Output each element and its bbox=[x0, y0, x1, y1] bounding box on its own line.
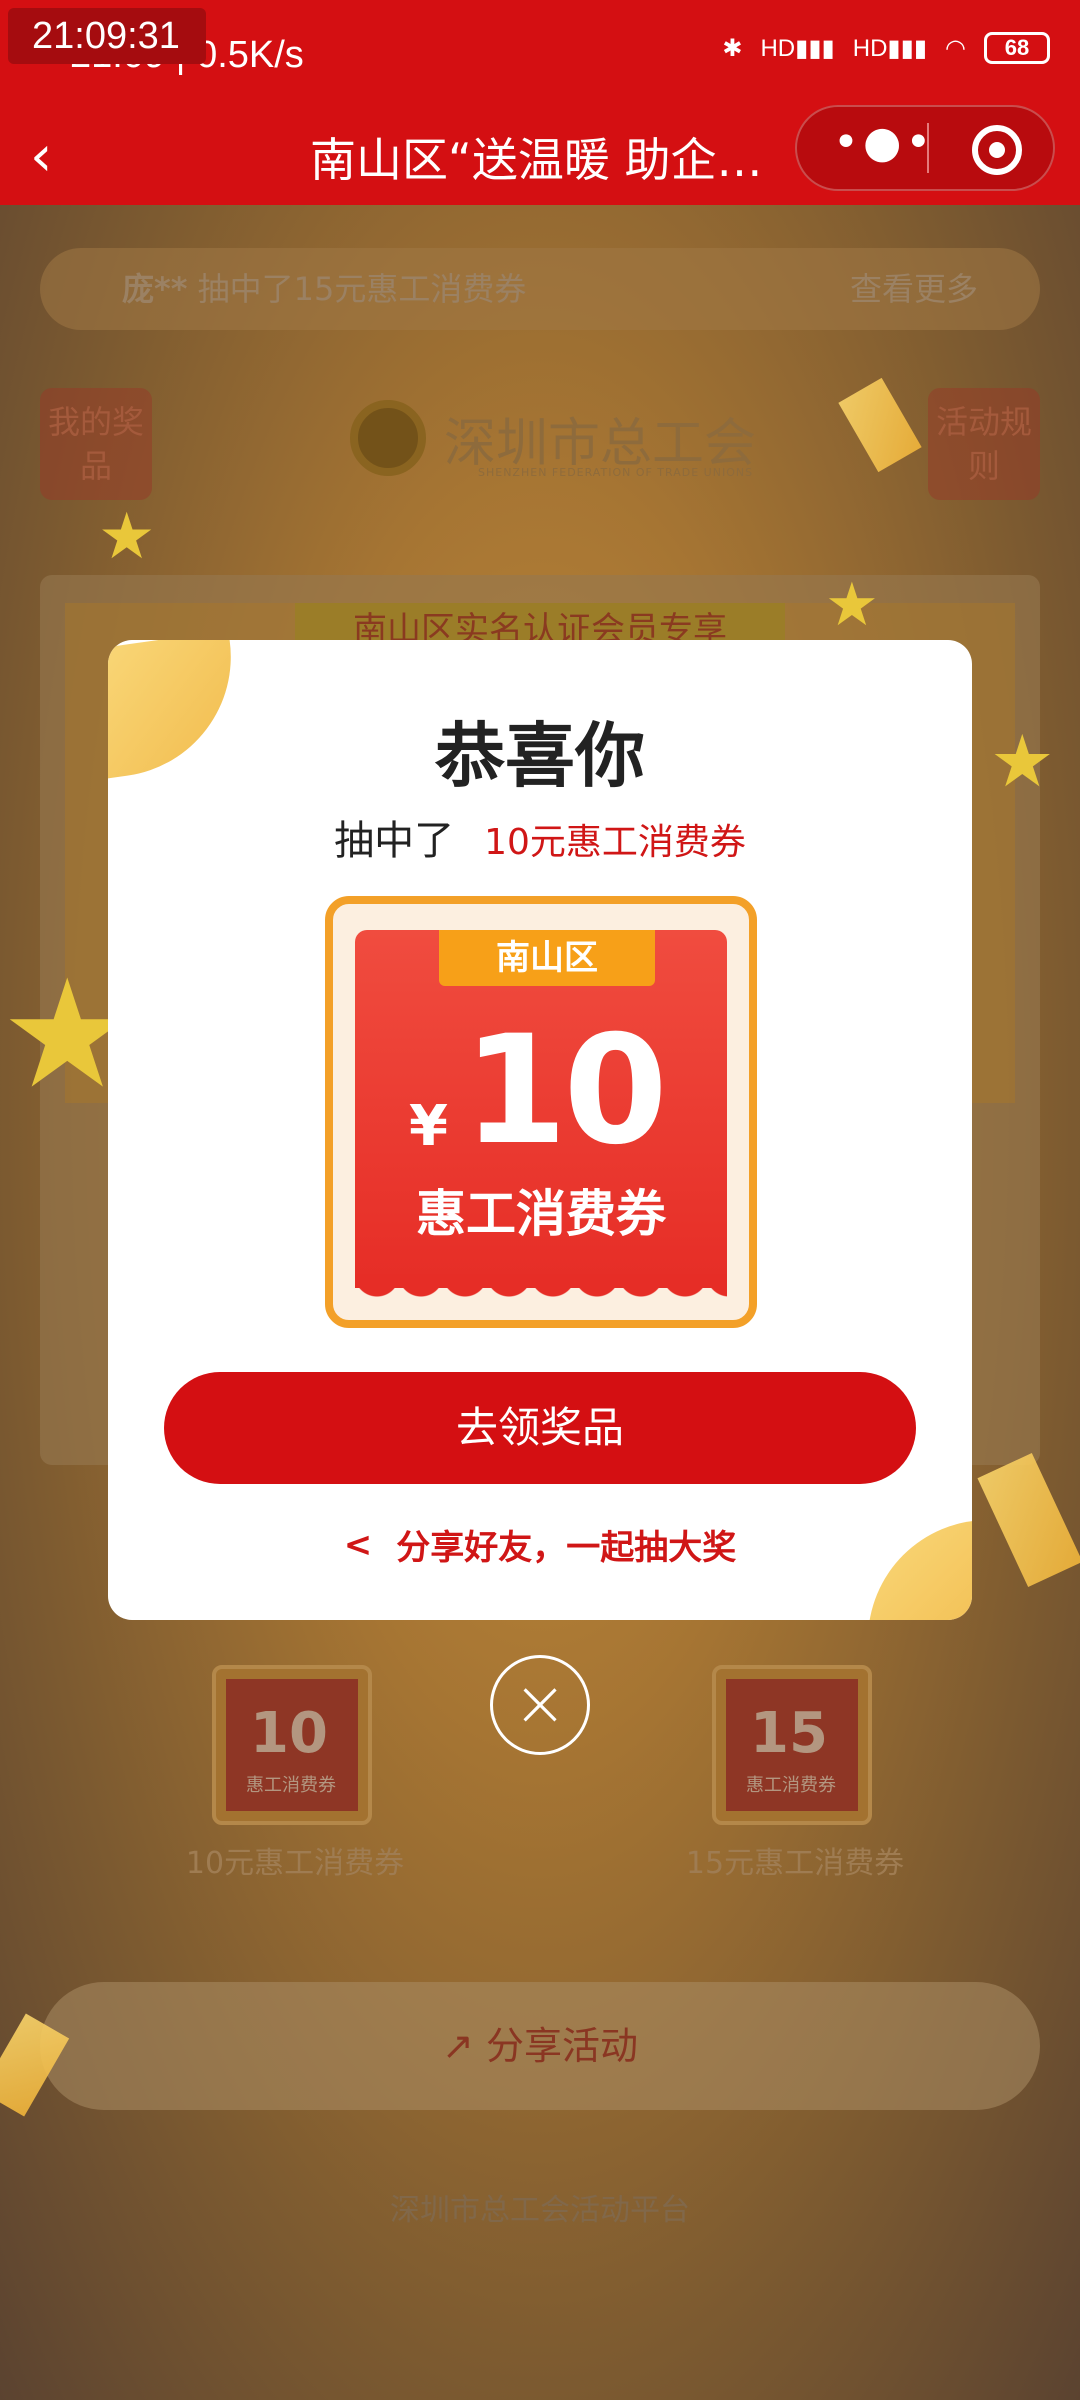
prize-caption: 10元惠工消费券 bbox=[185, 1846, 405, 1881]
won-line: 抽中了 10元惠工消费券 bbox=[108, 808, 972, 866]
logo-text: 深圳市总工会 bbox=[444, 413, 757, 474]
rules-button[interactable]: 活动规则 bbox=[928, 388, 1040, 500]
confetti-star-icon: ★ bbox=[990, 719, 1055, 803]
close-miniapp-icon[interactable] bbox=[972, 125, 1022, 175]
won-prefix: 抽中了 bbox=[334, 818, 455, 864]
signal-icon-2: HD▮▮▮ bbox=[852, 34, 928, 62]
prize-thumb: 15 惠工消费券 bbox=[712, 1665, 872, 1825]
winner-ticker: 庞** 抽中了15元惠工消费券 查看更多 bbox=[40, 248, 1040, 330]
miniapp-capsule: •●• bbox=[795, 105, 1055, 191]
coupon-currency: ¥ bbox=[409, 1094, 448, 1159]
signal-icon: HD▮▮▮ bbox=[760, 34, 835, 62]
overlay-clock: 21:09:31 bbox=[8, 8, 206, 64]
more-icon[interactable]: •●• bbox=[833, 117, 935, 168]
prize-caption: 15元惠工消费券 bbox=[685, 1846, 905, 1881]
battery-icon: 68 bbox=[984, 32, 1050, 64]
page-title: 南山区“送温暖 助企… bbox=[310, 133, 763, 187]
title-bar: ‹ 南山区“送温暖 助企… •●• bbox=[0, 105, 1080, 205]
share-arrow-icon: ↗ bbox=[442, 2024, 486, 2068]
coupon-amount: 10 bbox=[463, 1004, 668, 1178]
prize-label: 惠工消费券 bbox=[746, 1775, 836, 1796]
prize-amount: 15 bbox=[750, 1701, 828, 1766]
ticker-more-link[interactable]: 查看更多 bbox=[850, 248, 978, 330]
prize-amount: 10 bbox=[250, 1701, 328, 1766]
my-prizes-button[interactable]: 我的奖品 bbox=[40, 388, 152, 500]
ticker-user: 庞** bbox=[122, 270, 188, 308]
share-activity-button[interactable]: ↗ 分享活动 bbox=[40, 1982, 1040, 2110]
union-emblem-icon bbox=[350, 400, 426, 476]
share-activity-label: 分享活动 bbox=[485, 2024, 638, 2068]
ticker-text: 抽中了15元惠工消费券 bbox=[197, 270, 527, 308]
share-friends-link[interactable]: < 分享好友，一起抽大奖 bbox=[108, 1520, 972, 1569]
close-modal-button[interactable]: × bbox=[490, 1655, 590, 1755]
claim-prize-button[interactable]: 去领奖品 bbox=[164, 1372, 916, 1484]
share-icon: < bbox=[343, 1524, 373, 1565]
status-icons: ✱ HD▮▮▮ HD▮▮▮ ◠ 68 bbox=[722, 32, 1050, 64]
coupon-label: 惠工消费券 bbox=[416, 1185, 666, 1243]
back-icon[interactable]: ‹ bbox=[30, 127, 52, 187]
coupon-image: 南山区 ¥ 10 惠工消费券 bbox=[325, 896, 757, 1328]
modal-title: 恭喜你 bbox=[435, 715, 645, 797]
prize-modal: 恭喜你 抽中了 10元惠工消费券 南山区 ¥ 10 惠工消费券 去领奖品 < 分享… bbox=[108, 640, 972, 1620]
bluetooth-icon: ✱ bbox=[722, 34, 743, 62]
share-friends-label: 分享好友，一起抽大奖 bbox=[396, 1528, 737, 1568]
capsule-divider bbox=[927, 123, 929, 173]
wifi-icon: ◠ bbox=[945, 34, 966, 62]
union-logo: 深圳市总工会 bbox=[350, 400, 756, 476]
prize-label: 惠工消费券 bbox=[246, 1775, 336, 1796]
confetti-star-icon: ★ bbox=[825, 570, 879, 640]
footer-text: 深圳市总工会活动平台 bbox=[390, 2193, 690, 2228]
won-prize-name: 10元惠工消费券 bbox=[484, 822, 746, 863]
confetti-star-icon: ★ bbox=[98, 500, 156, 574]
coupon-tag: 南山区 bbox=[439, 930, 655, 986]
prize-thumb: 10 惠工消费券 bbox=[212, 1665, 372, 1825]
logo-subtitle: SHENZHEN FEDERATION OF TRADE UNIONS bbox=[478, 466, 754, 479]
